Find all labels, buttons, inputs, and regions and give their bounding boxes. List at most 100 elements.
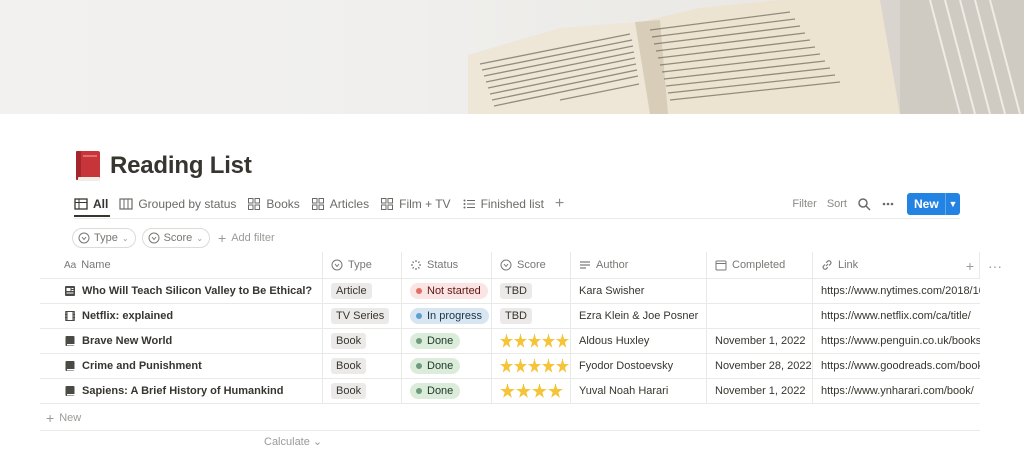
type-cell[interactable]: Article bbox=[323, 279, 402, 303]
star-icon bbox=[528, 333, 541, 348]
status-cell[interactable]: In progress bbox=[402, 304, 492, 328]
column-header-score[interactable]: Score bbox=[492, 252, 571, 278]
name-cell[interactable]: Netflix: explained bbox=[40, 304, 323, 328]
score-cell[interactable] bbox=[492, 379, 571, 403]
star-icon bbox=[514, 333, 527, 348]
gallery-icon bbox=[248, 198, 261, 210]
status-badge: Not started bbox=[410, 283, 488, 299]
chevron-down-icon: ⌄ bbox=[121, 233, 129, 243]
add-view-button[interactable]: + bbox=[555, 192, 564, 216]
search-icon[interactable] bbox=[857, 197, 871, 211]
tab-grouped-by-status[interactable]: Grouped by status bbox=[119, 192, 236, 216]
author-cell[interactable]: Kara Swisher bbox=[571, 279, 707, 303]
star-icon bbox=[516, 383, 531, 398]
completed-cell[interactable]: November 1, 2022 bbox=[707, 329, 813, 353]
completed-cell[interactable]: November 1, 2022 bbox=[707, 379, 813, 403]
tab-all[interactable]: All bbox=[74, 192, 108, 216]
link-cell[interactable]: https://www.netflix.com/ca/title/ bbox=[813, 304, 980, 328]
filter-type-pill[interactable]: Type ⌄ bbox=[72, 228, 136, 248]
tab-books[interactable]: Books bbox=[247, 192, 300, 216]
header-extra-actions: + ··· bbox=[952, 252, 1002, 279]
status-dot bbox=[416, 363, 422, 369]
star-icon bbox=[500, 358, 513, 373]
plus-icon: + bbox=[218, 230, 227, 246]
status-cell[interactable]: Done bbox=[402, 329, 492, 353]
table-row[interactable]: Brave New World Book Done Aldous Huxley … bbox=[40, 329, 980, 354]
star-icon bbox=[514, 358, 527, 373]
table-bottom-divider bbox=[40, 430, 980, 431]
article-icon bbox=[65, 286, 75, 296]
completed-cell[interactable] bbox=[707, 304, 813, 328]
column-header-author[interactable]: Author bbox=[571, 252, 707, 278]
status-badge: Done bbox=[410, 358, 461, 374]
status-badge: Done bbox=[410, 333, 461, 349]
book-icon bbox=[65, 336, 75, 346]
tab-film-tv[interactable]: Film + TV bbox=[380, 192, 451, 216]
name-cell[interactable]: Who Will Teach Silicon Valley to Be Ethi… bbox=[40, 279, 323, 303]
select-icon bbox=[78, 232, 90, 244]
add-column-icon[interactable]: + bbox=[966, 258, 974, 274]
text-property-icon: Aa bbox=[64, 259, 77, 271]
status-dot bbox=[416, 313, 422, 319]
name-cell[interactable]: Crime and Punishment bbox=[40, 354, 323, 378]
chevron-down-icon[interactable]: ▼ bbox=[946, 199, 960, 209]
link-cell[interactable]: https://www.nytimes.com/2018/10/ bbox=[813, 279, 980, 303]
type-cell[interactable]: Book bbox=[323, 329, 402, 353]
type-cell[interactable]: Book bbox=[323, 379, 402, 403]
status-cell[interactable]: Not started bbox=[402, 279, 492, 303]
author-cell[interactable]: Ezra Klein & Joe Posner bbox=[571, 304, 707, 328]
author-cell[interactable]: Fyodor Dostoevsky bbox=[571, 354, 707, 378]
toolbar: Filter Sort New ▼ bbox=[782, 192, 960, 216]
type-cell[interactable]: TV Series bbox=[323, 304, 402, 328]
table-row[interactable]: Netflix: explained TV Series In progress… bbox=[40, 304, 980, 329]
book-icon bbox=[65, 386, 75, 396]
tab-articles[interactable]: Articles bbox=[311, 192, 369, 216]
type-tag: Book bbox=[331, 358, 367, 374]
title-text: Reading List bbox=[110, 152, 252, 179]
sort-button[interactable]: Sort bbox=[827, 198, 847, 210]
table-row[interactable]: Who Will Teach Silicon Valley to Be Ethi… bbox=[40, 279, 980, 304]
column-header-completed[interactable]: Completed bbox=[707, 252, 813, 278]
select-icon bbox=[331, 259, 343, 271]
page-title: Reading List bbox=[74, 148, 252, 184]
table-header: Aa Name Type Status Score Author Complet… bbox=[40, 252, 1002, 279]
add-filter-button[interactable]: + Add filter bbox=[218, 230, 275, 246]
column-header-type[interactable]: Type bbox=[323, 252, 402, 278]
filter-score-pill[interactable]: Score ⌄ bbox=[141, 228, 211, 248]
table-icon bbox=[74, 198, 88, 210]
author-cell[interactable]: Yuval Noah Harari bbox=[571, 379, 707, 403]
type-cell[interactable]: Book bbox=[323, 354, 402, 378]
status-cell[interactable]: Done bbox=[402, 354, 492, 378]
add-row-button[interactable]: + New bbox=[46, 410, 81, 426]
score-cell[interactable] bbox=[492, 329, 571, 353]
more-options-icon[interactable] bbox=[881, 197, 895, 211]
name-cell[interactable]: Sapiens: A Brief History of Humankind bbox=[40, 379, 323, 403]
completed-cell[interactable]: November 28, 2022 bbox=[707, 354, 813, 378]
link-cell[interactable]: https://www.penguin.co.uk/books/ bbox=[813, 329, 980, 353]
author-cell[interactable]: Aldous Huxley bbox=[571, 329, 707, 353]
table-row[interactable]: Crime and Punishment Book Done Fyodor Do… bbox=[40, 354, 980, 379]
score-cell[interactable]: TBD bbox=[492, 304, 571, 328]
table-row[interactable]: Sapiens: A Brief History of Humankind Bo… bbox=[40, 379, 980, 404]
status-dot bbox=[416, 338, 422, 344]
more-options-icon[interactable]: ··· bbox=[988, 258, 1002, 274]
link-cell[interactable]: https://www.ynharari.com/book/ bbox=[813, 379, 980, 403]
calculate-button[interactable]: Calculate ⌄ bbox=[264, 435, 322, 448]
status-cell[interactable]: Done bbox=[402, 379, 492, 403]
score-cell[interactable]: TBD bbox=[492, 279, 571, 303]
score-cell[interactable] bbox=[492, 354, 571, 378]
completed-cell[interactable] bbox=[707, 279, 813, 303]
column-header-name[interactable]: Aa Name bbox=[40, 252, 323, 278]
select-icon bbox=[500, 259, 512, 271]
text-lines-icon bbox=[580, 261, 590, 269]
column-header-status[interactable]: Status bbox=[402, 252, 492, 278]
star-icon bbox=[532, 383, 547, 398]
active-tab-underline bbox=[74, 215, 110, 217]
tab-finished-list[interactable]: Finished list bbox=[462, 192, 544, 216]
star-icon bbox=[556, 333, 569, 348]
link-cell[interactable]: https://www.goodreads.com/book/ bbox=[813, 354, 980, 378]
new-button[interactable]: New ▼ bbox=[907, 193, 960, 215]
name-cell[interactable]: Brave New World bbox=[40, 329, 323, 353]
link-icon bbox=[822, 260, 832, 270]
filter-button[interactable]: Filter bbox=[792, 198, 816, 210]
